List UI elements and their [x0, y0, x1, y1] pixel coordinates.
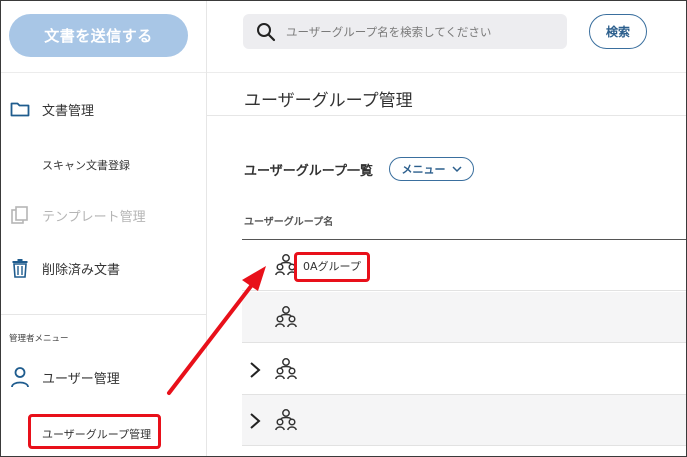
- sidebar-item-label: 文書管理: [42, 103, 95, 119]
- sidebar-item-scan-register[interactable]: スキャン文書登録: [42, 157, 130, 173]
- title-divider: [207, 115, 686, 116]
- menu-button[interactable]: メニュー: [389, 157, 474, 181]
- sidebar-item-templates[interactable]: テンプレート管理: [1, 205, 146, 225]
- sidebar-item-deleted[interactable]: 削除済み文書: [1, 258, 120, 278]
- sidebar-item-label: テンプレート管理: [42, 209, 146, 225]
- template-copy-icon: [10, 205, 30, 225]
- folder-icon: [10, 99, 30, 119]
- highlight-box-group-name: [294, 252, 370, 282]
- list-title: ユーザーグループ一覧: [244, 164, 373, 179]
- page-title: ユーザーグループ管理: [244, 91, 413, 111]
- admin-menu-label: 管理者メニュー: [9, 334, 69, 344]
- search-icon: [257, 22, 276, 41]
- chevron-right-icon[interactable]: [248, 412, 262, 430]
- app-window: 文書を送信する 文書管理 スキャン文書登録 テンプレート管理 削除済み文書 管理…: [0, 0, 687, 457]
- user-group-icon: [275, 409, 297, 431]
- sidebar: 文書を送信する 文書管理 スキャン文書登録 テンプレート管理 削除済み文書 管理…: [1, 1, 207, 456]
- user-group-icon: [275, 306, 297, 328]
- user-group-icon: [275, 358, 297, 380]
- sidebar-item-label: ユーザー管理: [42, 371, 120, 387]
- table-row[interactable]: [242, 344, 686, 395]
- trash-icon: [10, 258, 30, 278]
- chevron-down-icon: [451, 165, 462, 172]
- sidebar-item-label: 削除済み文書: [42, 262, 121, 278]
- menu-button-label: メニュー: [401, 163, 446, 176]
- sidebar-item-documents[interactable]: 文書管理: [1, 99, 94, 119]
- user-icon: [10, 367, 30, 388]
- highlight-box-sidebar-item: [28, 414, 161, 449]
- top-bar: 検索: [207, 1, 686, 73]
- chevron-right-icon[interactable]: [248, 361, 262, 379]
- send-document-button[interactable]: 文書を送信する: [9, 14, 188, 57]
- search-button[interactable]: 検索: [589, 14, 647, 49]
- column-header-group-name: ユーザーグループ名: [244, 217, 334, 228]
- search-box: [243, 14, 567, 49]
- search-input[interactable]: [286, 24, 556, 39]
- table-row[interactable]: [242, 292, 686, 343]
- sidebar-divider: [1, 72, 206, 73]
- sidebar-divider: [1, 314, 206, 315]
- sidebar-item-user-management[interactable]: ユーザー管理: [1, 367, 120, 388]
- table-row[interactable]: [242, 395, 686, 446]
